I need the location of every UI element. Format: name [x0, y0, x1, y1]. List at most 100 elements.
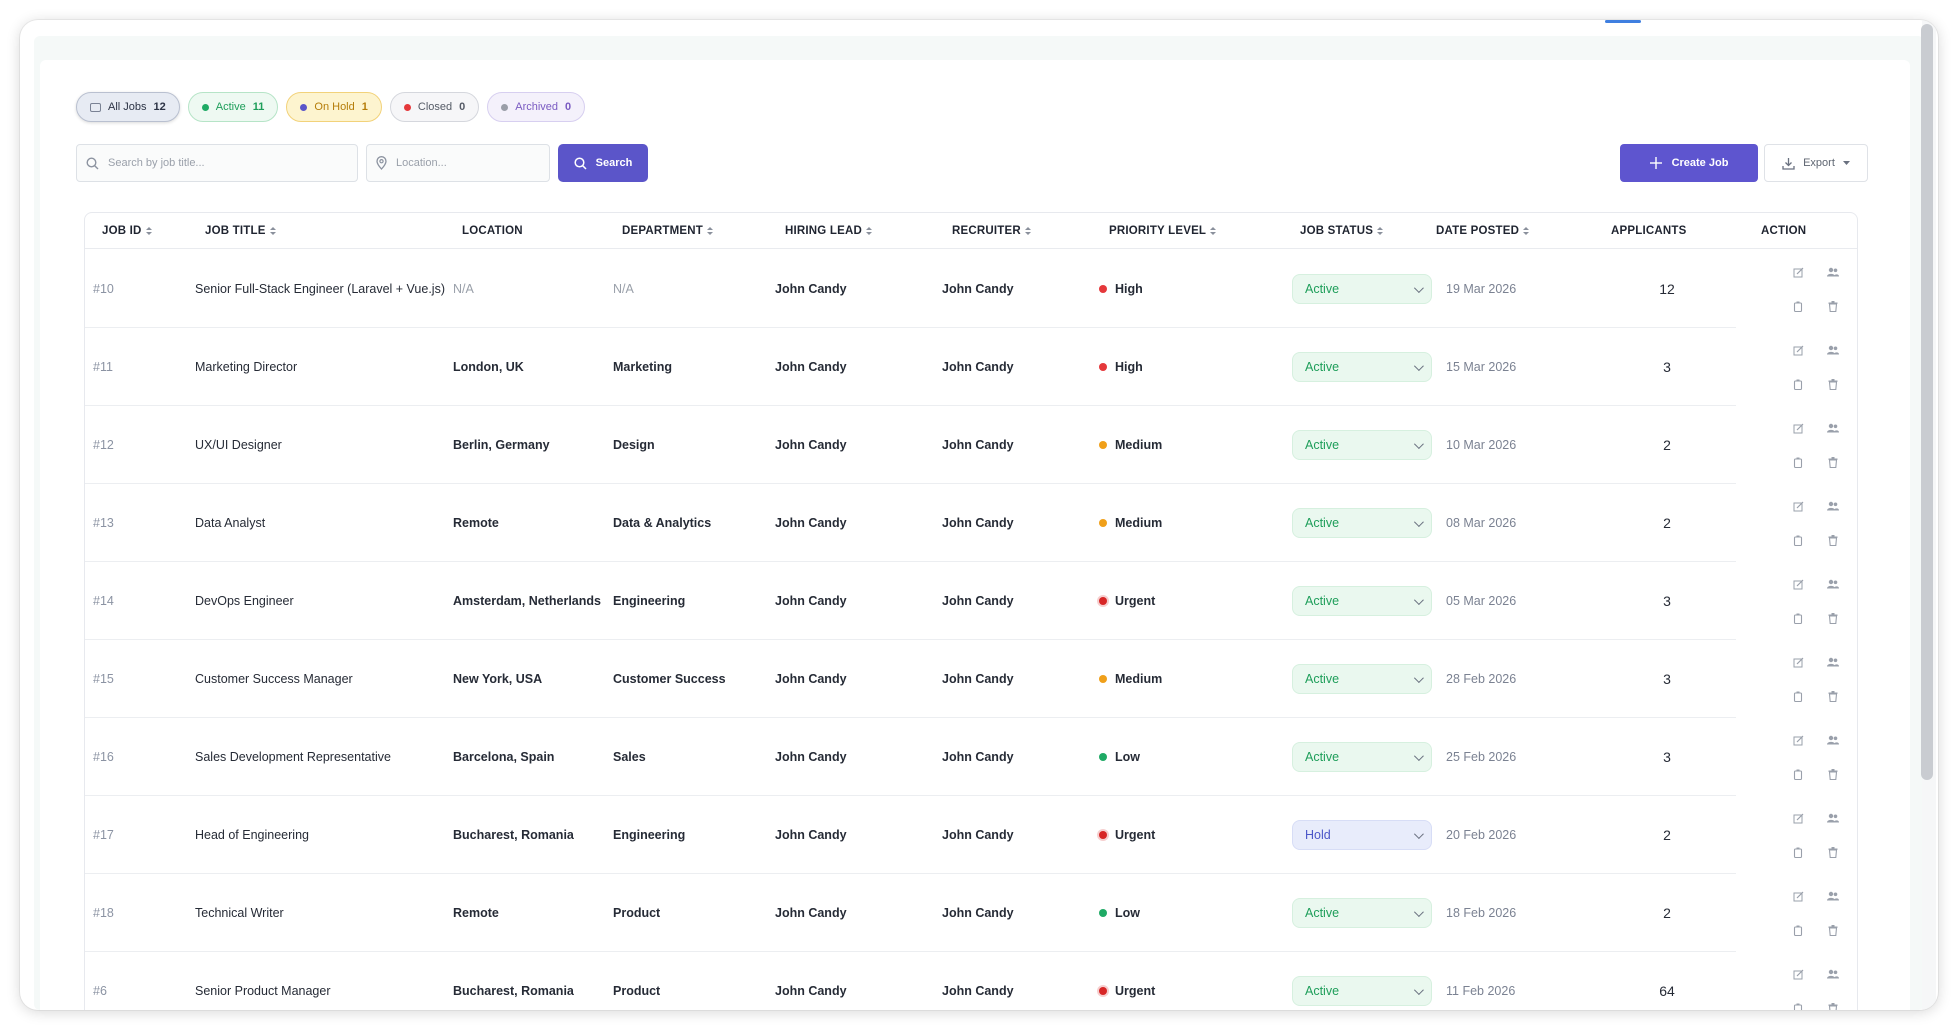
job-title[interactable]: Technical Writer	[195, 874, 284, 952]
copy-icon[interactable]	[1787, 451, 1809, 473]
job-status-select[interactable]: Active	[1292, 898, 1432, 928]
copy-icon[interactable]	[1787, 295, 1809, 317]
job-id[interactable]: #6	[93, 952, 107, 1010]
copy-icon[interactable]	[1787, 373, 1809, 395]
job-status-select[interactable]: Active	[1292, 742, 1432, 772]
search-button[interactable]: Search	[558, 144, 648, 182]
job-title[interactable]: Data Analyst	[195, 484, 265, 562]
delete-icon[interactable]	[1822, 685, 1844, 707]
copy-icon[interactable]	[1787, 763, 1809, 785]
job-status-select[interactable]: Active	[1292, 976, 1432, 1006]
copy-icon[interactable]	[1787, 997, 1809, 1010]
applicants-count[interactable]: 3	[1607, 718, 1727, 796]
applicants-icon[interactable]	[1822, 963, 1844, 985]
job-id[interactable]: #14	[93, 562, 114, 640]
col-job-status[interactable]: JOB STATUS	[1300, 213, 1384, 249]
delete-icon[interactable]	[1822, 997, 1844, 1010]
filter-all-jobs[interactable]: All Jobs 12	[76, 92, 180, 122]
job-title[interactable]: UX/UI Designer	[195, 406, 282, 484]
export-button[interactable]: Export	[1764, 144, 1868, 182]
applicants-icon[interactable]	[1822, 729, 1844, 751]
filter-active[interactable]: Active 11	[187, 92, 279, 122]
job-status-select[interactable]: Active	[1292, 274, 1432, 304]
col-job-id[interactable]: JOB ID	[102, 213, 152, 249]
copy-icon[interactable]	[1787, 685, 1809, 707]
job-title[interactable]: Senior Full-Stack Engineer (Laravel + Vu…	[195, 250, 445, 328]
job-status-select[interactable]: Active	[1292, 352, 1432, 382]
job-title-search-input[interactable]: Search by job title...	[76, 144, 358, 182]
applicants-icon[interactable]	[1822, 495, 1844, 517]
applicants-count[interactable]: 12	[1607, 250, 1727, 328]
col-department[interactable]: DEPARTMENT	[622, 213, 714, 249]
col-date-posted[interactable]: DATE POSTED	[1436, 213, 1530, 249]
applicants-icon[interactable]	[1822, 339, 1844, 361]
applicants-count[interactable]: 3	[1607, 328, 1727, 406]
job-status-select[interactable]: Active	[1292, 586, 1432, 616]
job-title[interactable]: Senior Product Manager	[195, 952, 331, 1010]
col-recruiter[interactable]: RECRUITER	[952, 213, 1031, 249]
job-title[interactable]: Head of Engineering	[195, 796, 309, 874]
delete-icon[interactable]	[1822, 607, 1844, 629]
col-job-title[interactable]: JOB TITLE	[205, 213, 276, 249]
filter-on-hold[interactable]: On Hold 1	[286, 92, 382, 122]
copy-icon[interactable]	[1787, 919, 1809, 941]
copy-icon[interactable]	[1787, 529, 1809, 551]
applicants-count[interactable]: 2	[1607, 796, 1727, 874]
edit-icon[interactable]	[1787, 963, 1809, 985]
scrollbar[interactable]	[1921, 20, 1936, 1010]
job-id[interactable]: #13	[93, 484, 114, 562]
filter-closed[interactable]: Closed 0	[389, 92, 480, 122]
edit-icon[interactable]	[1787, 261, 1809, 283]
applicants-icon[interactable]	[1822, 651, 1844, 673]
scrollbar-thumb[interactable]	[1921, 24, 1933, 780]
job-title[interactable]: Customer Success Manager	[195, 640, 353, 718]
delete-icon[interactable]	[1822, 451, 1844, 473]
edit-icon[interactable]	[1787, 807, 1809, 829]
job-title[interactable]: Sales Development Representative	[195, 718, 391, 796]
applicants-count[interactable]: 2	[1607, 874, 1727, 952]
job-id[interactable]: #12	[93, 406, 114, 484]
delete-icon[interactable]	[1822, 763, 1844, 785]
col-hiring-lead[interactable]: HIRING LEAD	[785, 213, 872, 249]
job-id[interactable]: #18	[93, 874, 114, 952]
job-status-select[interactable]: Active	[1292, 430, 1432, 460]
edit-icon[interactable]	[1787, 729, 1809, 751]
applicants-count[interactable]: 2	[1607, 484, 1727, 562]
applicants-icon[interactable]	[1822, 573, 1844, 595]
filter-archived[interactable]: Archived 0	[487, 92, 586, 122]
copy-icon[interactable]	[1787, 607, 1809, 629]
job-id[interactable]: #10	[93, 250, 114, 328]
job-id[interactable]: #15	[93, 640, 114, 718]
delete-icon[interactable]	[1822, 373, 1844, 395]
job-id[interactable]: #11	[93, 328, 113, 406]
applicants-count[interactable]: 64	[1607, 952, 1727, 1010]
edit-icon[interactable]	[1787, 651, 1809, 673]
edit-icon[interactable]	[1787, 573, 1809, 595]
applicants-count[interactable]: 3	[1607, 562, 1727, 640]
col-priority[interactable]: PRIORITY LEVEL	[1109, 213, 1217, 249]
applicants-icon[interactable]	[1822, 885, 1844, 907]
applicants-icon[interactable]	[1822, 807, 1844, 829]
job-id[interactable]: #17	[93, 796, 114, 874]
applicants-icon[interactable]	[1822, 261, 1844, 283]
edit-icon[interactable]	[1787, 339, 1809, 361]
delete-icon[interactable]	[1822, 295, 1844, 317]
delete-icon[interactable]	[1822, 529, 1844, 551]
job-id[interactable]: #16	[93, 718, 114, 796]
copy-icon[interactable]	[1787, 841, 1809, 863]
job-status-select[interactable]: Hold	[1292, 820, 1432, 850]
edit-icon[interactable]	[1787, 495, 1809, 517]
job-title[interactable]: Marketing Director	[195, 328, 297, 406]
location-input[interactable]: Location...	[366, 144, 550, 182]
delete-icon[interactable]	[1822, 841, 1844, 863]
applicants-count[interactable]: 2	[1607, 406, 1727, 484]
job-status-select[interactable]: Active	[1292, 508, 1432, 538]
edit-icon[interactable]	[1787, 417, 1809, 439]
applicants-count[interactable]: 3	[1607, 640, 1727, 718]
edit-icon[interactable]	[1787, 885, 1809, 907]
job-title[interactable]: DevOps Engineer	[195, 562, 294, 640]
job-status-select[interactable]: Active	[1292, 664, 1432, 694]
delete-icon[interactable]	[1822, 919, 1844, 941]
create-job-button[interactable]: Create Job	[1620, 144, 1758, 182]
applicants-icon[interactable]	[1822, 417, 1844, 439]
